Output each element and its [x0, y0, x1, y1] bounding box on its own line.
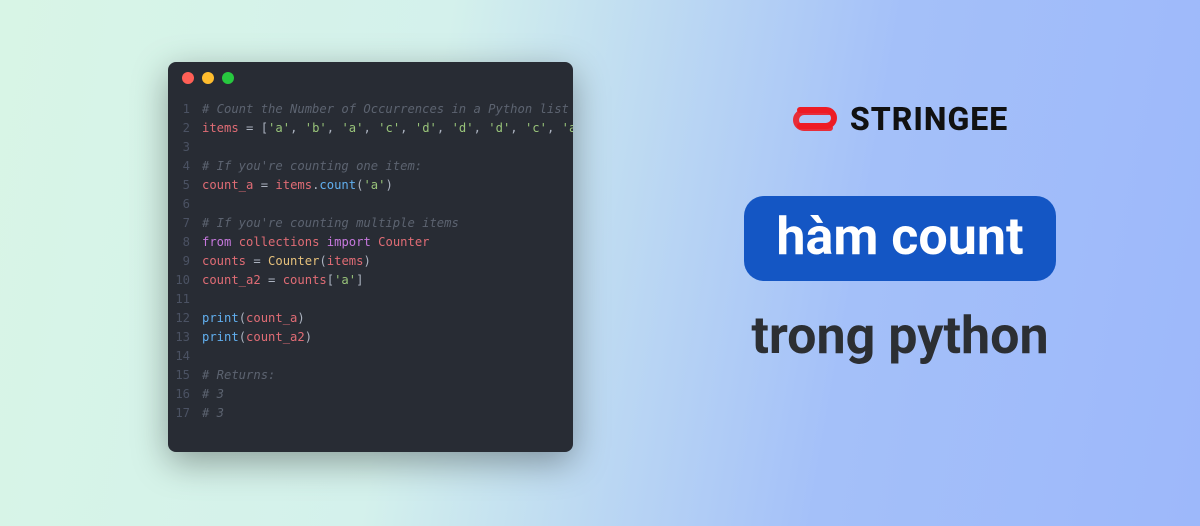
line-number: 8: [174, 233, 190, 252]
code-line: # Count the Number of Occurrences in a P…: [202, 100, 573, 119]
line-number: 15: [174, 366, 190, 385]
code-content: # Count the Number of Occurrences in a P…: [202, 100, 573, 423]
line-number: 13: [174, 328, 190, 347]
line-number: 11: [174, 290, 190, 309]
code-line: items = ['a', 'b', 'a', 'c', 'd', 'd', '…: [202, 119, 573, 138]
stringee-logo-icon: [792, 100, 838, 138]
code-line: # Returns:: [202, 366, 573, 385]
code-line: print(count_a2): [202, 328, 573, 347]
line-number: 10: [174, 271, 190, 290]
code-line: count_a = items.count('a'): [202, 176, 573, 195]
code-line: count_a2 = counts['a']: [202, 271, 573, 290]
minimize-icon[interactable]: [202, 72, 214, 84]
code-editor-window: 1234567891011121314151617 # Count the Nu…: [168, 62, 573, 452]
line-number: 12: [174, 309, 190, 328]
maximize-icon[interactable]: [222, 72, 234, 84]
close-icon[interactable]: [182, 72, 194, 84]
code-line: [202, 138, 573, 157]
line-number: 4: [174, 157, 190, 176]
brand-logo: STRINGEE: [792, 100, 1008, 138]
line-number: 3: [174, 138, 190, 157]
line-number: 17: [174, 404, 190, 423]
brand-name: STRINGEE: [850, 100, 1008, 138]
code-line: # 3: [202, 385, 573, 404]
line-number: 6: [174, 195, 190, 214]
code-line: # If you're counting multiple items: [202, 214, 573, 233]
code-line: print(count_a): [202, 309, 573, 328]
line-number: 2: [174, 119, 190, 138]
line-number: 9: [174, 252, 190, 271]
line-number: 14: [174, 347, 190, 366]
line-number: 1: [174, 100, 190, 119]
code-line: [202, 347, 573, 366]
code-line: [202, 290, 573, 309]
line-number: 5: [174, 176, 190, 195]
line-number: 16: [174, 385, 190, 404]
window-titlebar: [168, 62, 573, 94]
line-number: 7: [174, 214, 190, 233]
code-line: # 3: [202, 404, 573, 423]
code-area: 1234567891011121314151617 # Count the Nu…: [168, 94, 573, 435]
line-number-gutter: 1234567891011121314151617: [168, 100, 202, 423]
headline-sub: trong python: [751, 305, 1048, 366]
code-line: [202, 195, 573, 214]
code-line: # If you're counting one item:: [202, 157, 573, 176]
right-panel: STRINGEE hàm count trong python: [660, 100, 1140, 366]
code-line: counts = Counter(items): [202, 252, 573, 271]
headline-pill: hàm count: [744, 196, 1055, 281]
code-line: from collections import Counter: [202, 233, 573, 252]
